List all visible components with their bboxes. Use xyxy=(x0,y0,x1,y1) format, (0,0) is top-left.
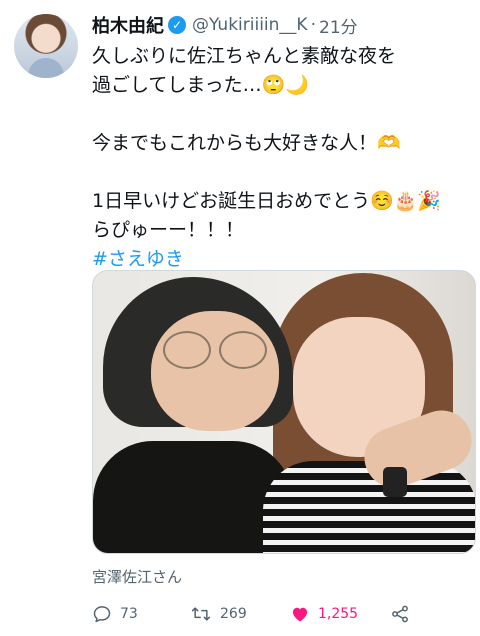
tweet-text-line: 過ごしてしまった…🙄🌙 xyxy=(92,74,309,96)
retweet-count: 269 xyxy=(220,606,247,622)
share-button[interactable] xyxy=(390,602,410,626)
tweet-text-line: らぴゅーー！！！ xyxy=(92,219,245,241)
avatar-image xyxy=(28,58,64,78)
reply-button[interactable]: 73 xyxy=(92,602,138,626)
display-name[interactable]: 柏木由紀 xyxy=(92,12,164,38)
photo-watch xyxy=(383,467,407,497)
like-button[interactable]: 1,255 xyxy=(290,602,358,626)
tweet-text: 久しぶりに佐江ちゃんと素敵な夜を 過ごしてしまった…🙄🌙 今までもこれからも大好… xyxy=(92,42,468,274)
verified-badge-icon: ✓ xyxy=(168,16,186,34)
tweet[interactable]: 柏木由紀 ✓ @Yukiriiiin__K · 21分 久しぶりに佐江ちゃんと素… xyxy=(0,0,480,636)
tweet-content: 柏木由紀 ✓ @Yukiriiiin__K · 21分 久しぶりに佐江ちゃんと素… xyxy=(92,12,468,274)
photo-person-left-face xyxy=(151,311,279,431)
retweet-icon xyxy=(190,604,212,624)
photo-glasses xyxy=(163,331,273,369)
retweet-button[interactable]: 269 xyxy=(190,602,247,626)
avatar[interactable] xyxy=(14,14,78,78)
tagged-user-name: 宮澤佐江さん xyxy=(92,568,183,586)
user-handle[interactable]: @Yukiriiiin__K xyxy=(192,15,308,35)
heart-icon xyxy=(290,604,310,624)
tweet-text-line: 久しぶりに佐江ちゃんと素敵な夜を xyxy=(92,45,397,67)
tweet-timestamp[interactable]: 21分 xyxy=(319,13,358,38)
reply-count: 73 xyxy=(120,606,138,622)
tweet-photo[interactable] xyxy=(92,270,476,554)
tweet-header: 柏木由紀 ✓ @Yukiriiiin__K · 21分 xyxy=(92,12,468,38)
tweet-text-line: 今までもこれからも大好きな人！🫶 xyxy=(92,132,401,154)
action-bar: 73 269 1,255 xyxy=(92,602,432,626)
like-count: 1,255 xyxy=(318,606,359,622)
separator-dot: · xyxy=(310,15,316,35)
share-icon xyxy=(390,604,410,624)
reply-icon xyxy=(92,604,112,624)
tweet-text-line: 1日早いけどお誕生日おめでとう☺️🎂🎉 xyxy=(92,190,442,212)
tagged-user[interactable]: 宮澤佐江さん xyxy=(92,566,182,587)
